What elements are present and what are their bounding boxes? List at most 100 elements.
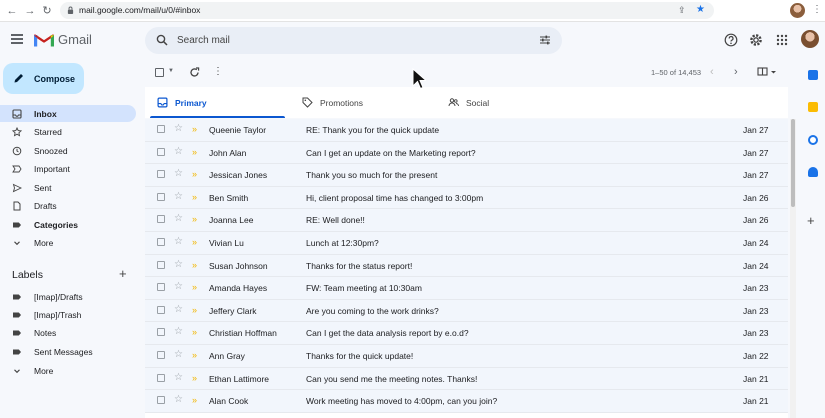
sidebar-item-important[interactable]: Important [0,160,136,177]
search-options-icon[interactable] [539,34,551,46]
star-toggle-icon[interactable]: ☆ [174,123,183,135]
more-options-icon[interactable]: ⋮ [213,66,224,77]
reload-icon[interactable]: ↻ [41,4,53,18]
search-icon[interactable] [156,34,168,46]
importance-marker-icon[interactable]: » [192,191,197,203]
browser-profile-avatar[interactable] [790,3,805,18]
older-page-icon[interactable]: › [734,66,738,78]
star-toggle-icon[interactable]: ☆ [174,372,183,384]
star-toggle-icon[interactable]: ☆ [174,236,183,248]
importance-marker-icon[interactable]: » [192,326,197,338]
email-checkbox[interactable] [157,328,165,337]
importance-marker-icon[interactable]: » [192,394,197,406]
select-dropdown-icon[interactable]: ▼ [168,68,174,74]
settings-gear-icon[interactable] [749,33,763,47]
sidebar-item-drafts[interactable]: Drafts [0,197,136,214]
email-row[interactable]: ☆ » Ethan Lattimore Can you send me the mee… [145,367,788,391]
email-row[interactable]: ☆ » Jessican Jones Thank you so much for th… [145,164,788,187]
main-menu-icon[interactable] [11,34,23,44]
importance-marker-icon[interactable]: » [192,304,197,316]
importance-marker-icon[interactable]: » [192,372,197,384]
email-row[interactable]: ☆ » Ann Gray Thanks for the quick update! Ja… [145,345,788,368]
importance-marker-icon[interactable]: » [192,236,197,248]
importance-marker-icon[interactable]: » [192,213,197,225]
star-toggle-icon[interactable]: ☆ [174,191,183,203]
email-checkbox[interactable] [157,373,165,382]
select-all-checkbox[interactable] [155,68,164,77]
email-row[interactable]: ☆ » John Alan Can I get an update on the Ma… [145,141,788,165]
email-checkbox[interactable] [157,351,165,359]
importance-marker-icon[interactable]: » [192,123,197,135]
tasks-icon[interactable] [808,135,818,145]
email-row[interactable]: ☆ » Queenie Taylor RE: Thank you for the qu… [145,119,788,142]
importance-marker-icon[interactable]: » [192,349,197,361]
star-toggle-icon[interactable]: ☆ [174,259,183,271]
star-toggle-icon[interactable]: ☆ [174,326,183,338]
add-label-icon[interactable]: + [119,266,127,281]
browser-menu-icon[interactable]: ⋮ [812,4,822,15]
importance-marker-icon[interactable]: » [192,146,197,158]
help-icon[interactable] [724,33,738,47]
star-toggle-icon[interactable]: ☆ [174,281,183,293]
email-checkbox[interactable] [157,283,165,292]
email-row[interactable]: ☆ » Christian Hoffman Can I get the data an… [145,322,788,345]
scrollbar-thumb[interactable] [791,119,795,207]
importance-marker-icon[interactable]: » [192,281,197,293]
email-row[interactable]: ☆ » Jeffery Clark Are you coming to the wor… [145,299,788,323]
sidebar-item-snoozed[interactable]: Snoozed [0,142,136,159]
sidebar-item-categories[interactable]: Categories [0,216,136,233]
share-icon[interactable]: ⇪ [678,5,686,16]
email-row[interactable]: ☆ » Ben Smith Hi, client proposal time has … [145,186,788,210]
email-checkbox[interactable] [157,305,165,314]
star-toggle-icon[interactable]: ☆ [174,213,183,225]
address-bar[interactable]: mail.google.com/mail/u/0/#inbox ⇪ ★ [60,2,714,19]
email-row[interactable]: ☆ » Joanna Lee RE: Well done!! Jan 26 [145,209,788,232]
email-checkbox[interactable] [157,125,165,133]
email-row[interactable]: ☆ » Amanda Hayes FW: Team meeting at 10:30a… [145,277,788,300]
star-toggle-icon[interactable]: ☆ [174,146,183,158]
email-checkbox[interactable] [157,192,165,201]
forward-arrow-icon[interactable]: → [24,4,36,18]
sidebar-item-inbox[interactable]: Inbox [0,105,136,122]
label-item-more[interactable]: More [0,362,136,379]
star-toggle-icon[interactable]: ☆ [174,394,183,406]
email-checkbox[interactable] [157,170,165,179]
newer-page-icon[interactable]: ‹ [710,66,714,78]
email-checkbox[interactable] [157,260,165,269]
compose-button[interactable]: Compose [3,63,84,94]
label-item-notes[interactable]: Notes [0,324,136,341]
get-addons-icon[interactable]: + [807,213,815,228]
importance-marker-icon[interactable]: » [192,168,197,180]
back-arrow-icon[interactable]: ← [6,4,18,18]
email-checkbox[interactable] [157,396,165,405]
apps-grid-icon[interactable] [775,33,789,47]
keep-icon[interactable] [808,102,818,112]
calendar-icon[interactable] [808,70,818,80]
star-toggle-icon[interactable]: ☆ [174,304,183,316]
label-item-imap-trash[interactable]: [Imap]/Trash [0,306,136,323]
email-list-scrollbar[interactable] [790,119,796,418]
sidebar-item-starred[interactable]: Starred [0,123,136,140]
email-row[interactable]: ☆ » Vivian Lu Lunch at 12:30pm? Jan 24 [145,232,788,255]
contacts-icon[interactable] [808,167,818,177]
split-pane-toggle-icon[interactable] [757,67,777,77]
sidebar-item-more-toggle[interactable]: More [0,234,136,251]
email-checkbox[interactable] [157,238,165,246]
search-input[interactable] [177,33,517,48]
star-toggle-icon[interactable]: ☆ [174,349,183,361]
label-item-sent-messages[interactable]: Sent Messages [0,343,136,360]
gmail-logo-icon[interactable] [34,32,54,47]
sidebar-item-sent[interactable]: Sent [0,179,136,196]
bookmark-star-icon[interactable]: ★ [696,4,705,15]
label-item-imap-drafts[interactable]: [Imap]/Drafts [0,288,136,305]
account-avatar[interactable] [801,30,819,48]
tab-social[interactable]: Social [436,87,576,118]
importance-marker-icon[interactable]: » [192,259,197,271]
star-toggle-icon[interactable]: ☆ [174,168,183,180]
tab-promotions[interactable]: Promotions [290,87,430,118]
email-checkbox[interactable] [157,215,165,224]
email-checkbox[interactable] [157,147,165,156]
refresh-icon[interactable] [189,67,200,78]
email-row[interactable]: ☆ » Alan Cook Work meeting has moved to 4:0… [145,390,788,413]
email-row[interactable]: ☆ » Susan Johnson Thanks for the status rep… [145,254,788,278]
